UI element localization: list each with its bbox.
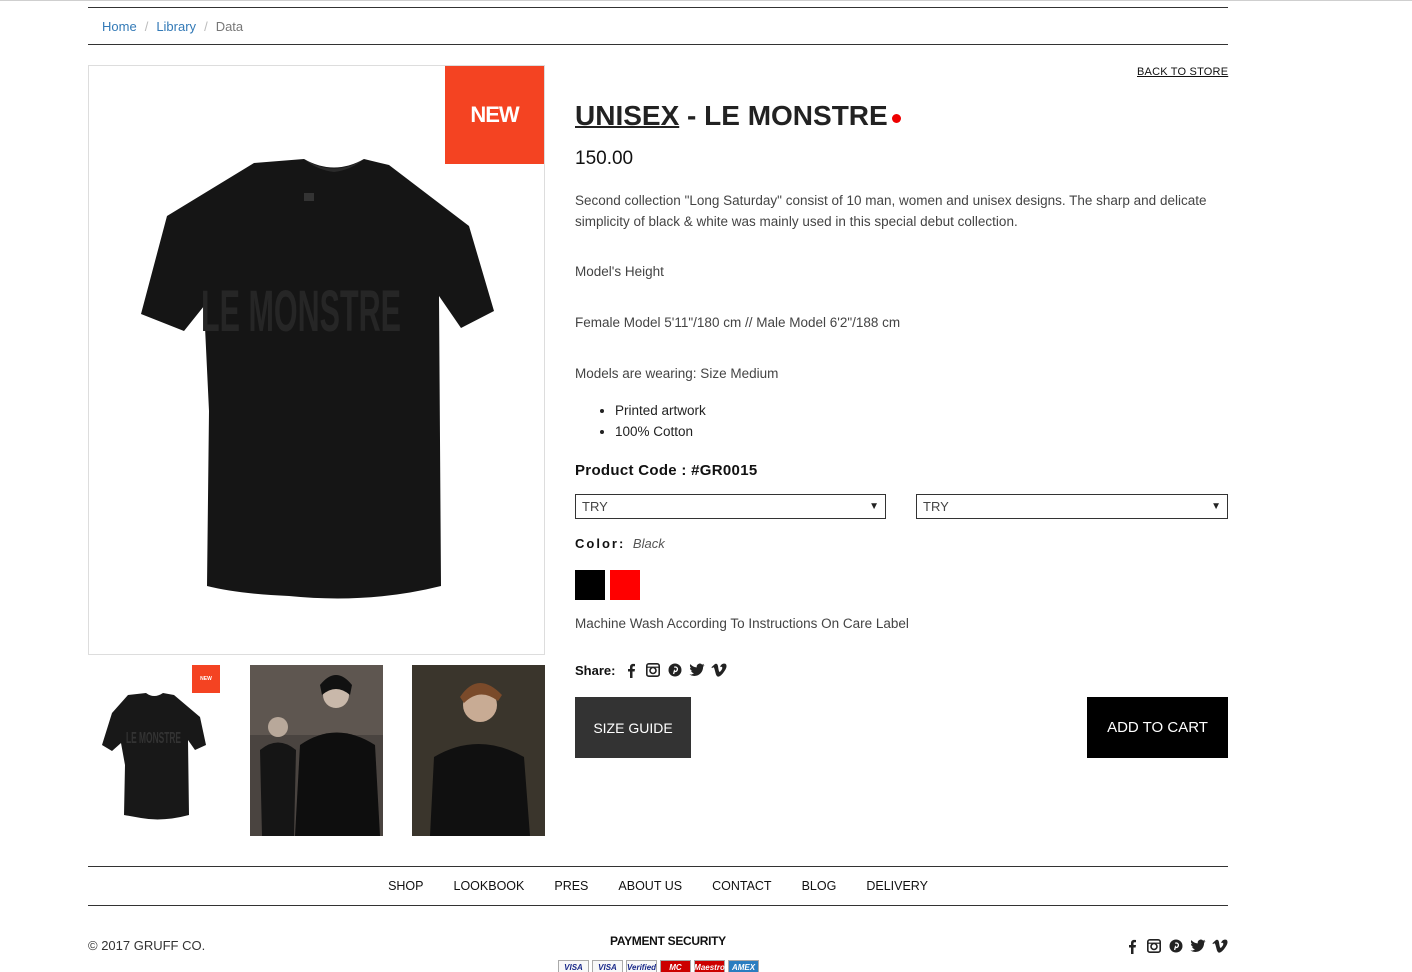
chevron-down-icon: ▼: [1211, 501, 1221, 512]
payment-security-title: PAYMENT SECURITY: [610, 934, 726, 948]
feature-item: Printed artwork: [615, 400, 706, 421]
twitter-icon[interactable]: [689, 662, 705, 678]
models-wearing: Models are wearing: Size Medium: [575, 366, 779, 381]
feature-list: Printed artwork 100% Cotton: [615, 400, 706, 442]
pinterest-icon[interactable]: [1168, 938, 1184, 954]
visa-card-logo: VISA: [558, 960, 589, 972]
thumbnail-1[interactable]: LE MONSTRE NEW: [88, 665, 221, 836]
instagram-icon[interactable]: [1146, 938, 1162, 954]
lookbook-photo-1: [250, 665, 383, 836]
accent-dot: [891, 114, 901, 123]
mastercard-logo: MC: [660, 960, 691, 972]
color-label: Color:: [575, 536, 626, 551]
breadcrumb-separator: /: [204, 18, 208, 34]
thumbnail-2[interactable]: [250, 665, 383, 836]
models-height-label: Model's Height: [575, 264, 664, 279]
size-select-value: TRY: [582, 499, 608, 514]
footer-nav-shop[interactable]: SHOP: [388, 879, 423, 893]
product-price: 150.00: [575, 148, 634, 169]
vimeo-icon[interactable]: [711, 662, 727, 678]
tshirt-print-text: LE MONSTRE: [201, 279, 401, 344]
footer-nav-pres[interactable]: PRES: [554, 879, 588, 893]
size-guide-button[interactable]: SIZE GUIDE: [575, 697, 691, 758]
footer-nav: SHOP LOOKBOOK PRES ABOUT US CONTACT BLOG…: [88, 866, 1228, 906]
product-code: Product Code : #GR0015: [575, 462, 758, 479]
copyright: © 2017 GRUFF CO.: [88, 938, 206, 953]
swatch-black[interactable]: [575, 570, 605, 600]
verified-by-visa-logo: Verified: [626, 960, 657, 972]
visa-card-logo: VISA: [592, 960, 623, 972]
title-name: - LE MONSTRE: [679, 100, 888, 131]
amex-logo: AMEX: [728, 960, 759, 972]
share-bar: Share:: [575, 662, 727, 678]
new-badge: NEW: [445, 66, 544, 164]
footer-social: [1124, 938, 1228, 954]
breadcrumb-current: Data: [215, 18, 244, 34]
thumbnail-print-text: LE MONSTRE: [126, 730, 181, 747]
thumbnail-3[interactable]: [412, 665, 545, 836]
breadcrumb-separator: /: [144, 18, 149, 34]
breadcrumb: Home / Library / Data: [88, 7, 1228, 45]
product-title: UNISEX - LE MONSTRE: [575, 100, 901, 132]
facebook-icon[interactable]: [1124, 938, 1140, 954]
instagram-icon[interactable]: [645, 662, 661, 678]
new-badge-small: NEW: [192, 665, 220, 693]
vimeo-icon[interactable]: [1212, 938, 1228, 954]
pinterest-icon[interactable]: [667, 662, 683, 678]
footer-nav-about-us[interactable]: ABOUT US: [618, 879, 682, 893]
footer-nav-contact[interactable]: CONTACT: [712, 879, 772, 893]
top-border: [0, 0, 1412, 2]
breadcrumb-home[interactable]: Home: [102, 19, 137, 34]
product-description: Second collection "Long Saturday" consis…: [575, 193, 1207, 229]
color-value: Black: [632, 536, 665, 551]
payment-cards: VISA VISA Verified MC Maestro AMEX: [558, 960, 759, 972]
main-product-image[interactable]: LE MONSTRE NEW: [88, 65, 545, 655]
footer-nav-lookbook[interactable]: LOOKBOOK: [454, 879, 525, 893]
title-category-link[interactable]: UNISEX: [575, 100, 679, 131]
back-to-store-link[interactable]: BACK TO STORE: [1137, 66, 1228, 78]
lookbook-photo-2: [412, 665, 545, 836]
swatch-red[interactable]: [610, 570, 640, 600]
breadcrumb-library[interactable]: Library: [156, 19, 196, 34]
add-to-cart-button[interactable]: ADD TO CART: [1087, 697, 1228, 758]
footer-nav-blog[interactable]: BLOG: [802, 879, 837, 893]
footer-nav-delivery[interactable]: DELIVERY: [866, 879, 928, 893]
size-select[interactable]: TRY ▼: [575, 494, 886, 519]
twitter-icon[interactable]: [1190, 938, 1206, 954]
facebook-icon[interactable]: [623, 662, 639, 678]
feature-item: 100% Cotton: [615, 421, 706, 442]
share-label: Share:: [575, 662, 616, 678]
quantity-select[interactable]: TRY ▼: [916, 494, 1228, 519]
chevron-down-icon: ▼: [869, 501, 879, 512]
maestro-logo: Maestro: [694, 960, 725, 972]
quantity-select-value: TRY: [923, 499, 949, 514]
color-info: Color: Black: [575, 536, 665, 551]
models-height-value: Female Model 5'11"/180 cm // Male Model …: [575, 315, 901, 330]
care-instructions: Machine Wash According To Instructions O…: [575, 616, 909, 631]
